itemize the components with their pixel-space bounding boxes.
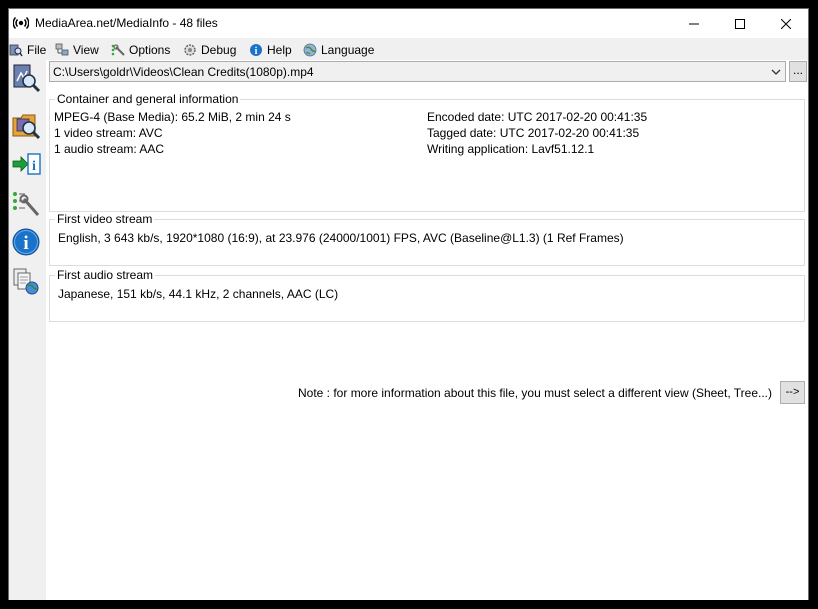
close-icon	[781, 18, 791, 29]
menu-language-label: Language	[321, 43, 375, 57]
preferences-icon	[13, 192, 40, 216]
audio-stream-heading: First audio stream	[55, 268, 156, 282]
sidebar-toolbar: i i	[9, 60, 46, 600]
main-panel: C:\Users\goldr\Videos\Clean Credits(1080…	[46, 60, 808, 600]
audio-stream-group: First audio stream Japanese, 151 kb/s, 4…	[49, 268, 805, 322]
encoded-date-line: Encoded date: UTC 2017-02-20 00:41:35	[427, 110, 648, 124]
menu-help-label: Help	[267, 43, 292, 57]
menu-file[interactable]: File	[9, 41, 46, 59]
title-bar: MediaArea.net/MediaInfo - 48 files	[9, 9, 808, 38]
general-audio-count-line: 1 audio stream: AAC	[54, 142, 165, 156]
mediainfo-logo-icon	[13, 16, 29, 30]
svg-text:i: i	[32, 159, 36, 174]
knowledge-base-button[interactable]	[10, 265, 42, 297]
svg-text:i: i	[23, 233, 28, 254]
view-note-text: Note : for more information about this f…	[298, 386, 772, 400]
general-info-group: Container and general information MPEG-4…	[49, 92, 805, 212]
debug-icon	[184, 44, 196, 56]
menu-bar: File View Options Debug i Help Language	[9, 38, 808, 60]
window-title: MediaArea.net/MediaInfo - 48 files	[35, 16, 218, 30]
tagged-date-line: Tagged date: UTC 2017-02-20 00:41:35	[427, 126, 640, 140]
export-button[interactable]: i	[10, 148, 42, 180]
maximize-button[interactable]	[717, 9, 763, 38]
menu-debug-label: Debug	[201, 43, 237, 57]
export-icon: i	[12, 153, 41, 175]
globe-icon	[303, 43, 317, 57]
browse-button[interactable]: ...	[789, 61, 807, 82]
menu-options[interactable]: Options	[111, 41, 170, 59]
change-view-button[interactable]: -->	[780, 381, 805, 404]
video-stream-details: English, 3 643 kb/s, 1920*1080 (16:9), a…	[58, 231, 624, 245]
video-stream-heading: First video stream	[55, 212, 155, 226]
maximize-icon	[735, 18, 745, 29]
about-icon: i	[12, 228, 40, 256]
menu-options-label: Options	[129, 43, 171, 57]
menu-view-label: View	[73, 43, 99, 57]
menu-file-label: File	[27, 43, 47, 57]
file-selector-value: C:\Users\goldr\Videos\Clean Credits(1080…	[53, 65, 314, 79]
svg-text:i: i	[255, 46, 258, 57]
view-icon	[55, 43, 69, 56]
close-button[interactable]	[763, 9, 809, 38]
about-button[interactable]: i	[10, 226, 42, 258]
audio-stream-details: Japanese, 151 kb/s, 44.1 kHz, 2 channels…	[58, 287, 339, 301]
video-stream-group: First video stream English, 3 643 kb/s, …	[49, 212, 805, 266]
file-icon	[9, 44, 23, 57]
knowledge-base-icon	[13, 268, 39, 295]
menu-help[interactable]: i Help	[249, 41, 292, 59]
menu-view[interactable]: View	[55, 41, 99, 59]
mediainfo-window: MediaArea.net/MediaInfo - 48 files File	[8, 8, 809, 600]
preferences-button[interactable]	[10, 187, 42, 219]
general-format-line: MPEG-4 (Base Media): 65.2 MiB, 2 min 24 …	[54, 110, 291, 124]
open-folder-button[interactable]	[10, 109, 42, 141]
help-icon: i	[250, 44, 262, 57]
open-file-button[interactable]	[10, 62, 42, 94]
chevron-down-icon	[771, 69, 781, 75]
options-icon	[111, 44, 125, 56]
file-selector-combobox[interactable]: C:\Users\goldr\Videos\Clean Credits(1080…	[49, 61, 786, 82]
open-file-icon	[13, 64, 41, 93]
minimize-button[interactable]	[671, 9, 717, 38]
general-info-heading: Container and general information	[55, 92, 241, 106]
open-folder-icon	[12, 114, 41, 140]
general-video-count-line: 1 video stream: AVC	[54, 126, 163, 140]
minimize-icon	[689, 23, 699, 24]
menu-language[interactable]: Language	[303, 41, 374, 59]
menu-debug[interactable]: Debug	[183, 41, 236, 59]
writing-application-line: Writing application: Lavf51.12.1	[427, 142, 595, 156]
